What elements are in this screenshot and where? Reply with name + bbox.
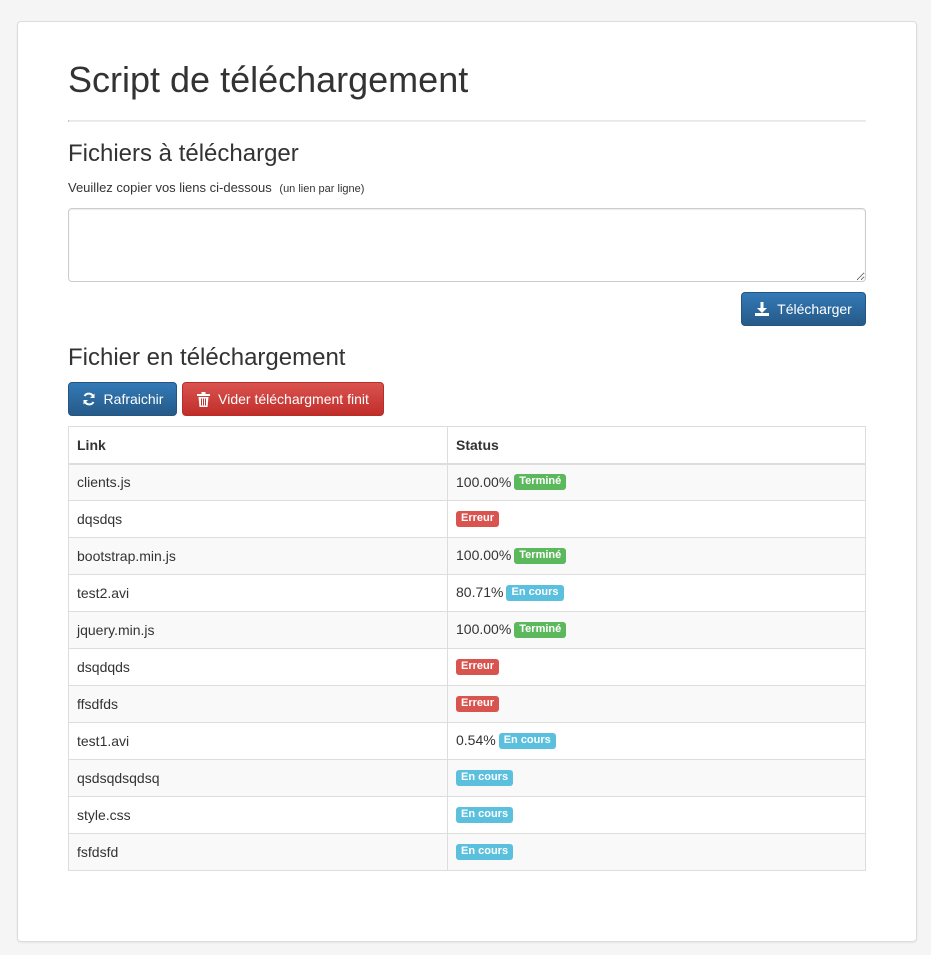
table-row: ffsdfds Erreur (68, 685, 866, 723)
refresh-button[interactable]: Rafraichir (68, 382, 177, 416)
status-cell: 100.00% Terminé (447, 463, 866, 501)
progress-text: 100.00% (456, 621, 512, 638)
table-row: qsdsqdsqdsq En cours (68, 759, 866, 797)
status-badge: En cours (456, 769, 514, 786)
files-heading: Fichiers à télécharger (68, 140, 299, 167)
status-cell: En cours (447, 796, 866, 834)
clear-button-label: Vider téléchargment finit (218, 391, 369, 407)
link-cell: qsdsqdsqdsq (68, 759, 448, 797)
link-cell: dqsdqs (68, 500, 448, 538)
status-badge: En cours (506, 584, 564, 601)
table-row: clients.js 100.00% Terminé (68, 463, 866, 501)
header-link: Link (68, 426, 448, 465)
status-cell: 0.54% En cours (447, 722, 866, 760)
status-badge: Erreur (456, 510, 500, 527)
downloads-table: Link Status clients.js 100.00% Terminé dq… (68, 426, 866, 871)
refresh-button-label: Rafraichir (103, 391, 164, 407)
download-button[interactable]: Télécharger (741, 292, 866, 326)
status-cell: Erreur (447, 500, 866, 538)
refresh-icon (83, 392, 95, 406)
instructions-hint: (un lien par ligne) (279, 183, 365, 195)
current-downloads-heading: Fichier en téléchargement (68, 344, 346, 371)
link-cell: clients.js (68, 463, 448, 501)
title-divider (68, 120, 866, 122)
link-cell: style.css (68, 796, 448, 834)
status-badge: En cours (456, 843, 514, 860)
status-badge: Erreur (456, 658, 500, 675)
status-badge: Terminé (514, 621, 567, 638)
status-cell: 80.71% En cours (447, 574, 866, 612)
link-cell: jquery.min.js (68, 611, 448, 649)
progress-text: 100.00% (456, 473, 512, 490)
table-row: style.css En cours (68, 796, 866, 834)
status-badge: En cours (456, 806, 514, 823)
status-cell: 100.00% Terminé (447, 537, 866, 575)
status-cell: 100.00% Terminé (447, 611, 866, 649)
status-cell: Erreur (447, 685, 866, 723)
clear-finished-button[interactable]: Vider téléchargment finit (182, 382, 384, 416)
main-panel: Script de téléchargement Fichiers à télé… (17, 21, 917, 942)
link-cell: test1.avi (68, 722, 448, 760)
table-row: test2.avi 80.71% En cours (68, 574, 866, 612)
header-status: Status (447, 426, 866, 465)
status-cell: En cours (447, 833, 866, 871)
table-row: dsqdqds Erreur (68, 648, 866, 686)
instructions: Veuillez copier vos liens ci-dessous (un… (68, 180, 364, 195)
page-title: Script de téléchargement (68, 59, 469, 100)
status-cell: Erreur (447, 648, 866, 686)
table-row: test1.avi 0.54% En cours (68, 722, 866, 760)
table-row: dqsdqs Erreur (68, 500, 866, 538)
link-cell: fsfdsfd (68, 833, 448, 871)
download-button-label: Télécharger (777, 301, 852, 317)
table-row: jquery.min.js 100.00% Terminé (68, 611, 866, 649)
status-badge: Terminé (514, 547, 567, 564)
download-icon (755, 302, 770, 316)
progress-text: 0.54% (456, 732, 496, 749)
table-header-row: Link Status (68, 426, 866, 465)
table-row: bootstrap.min.js 100.00% Terminé (68, 537, 866, 575)
status-badge: Erreur (456, 695, 500, 712)
progress-text: 100.00% (456, 547, 512, 564)
instructions-text: Veuillez copier vos liens ci-dessous (68, 180, 272, 195)
link-cell: dsqdqds (68, 648, 448, 686)
table-row: fsfdsfd En cours (68, 833, 866, 871)
progress-text: 80.71% (456, 584, 504, 601)
link-cell: bootstrap.min.js (68, 537, 448, 575)
table-body: clients.js 100.00% Terminé dqsdqs Erreur … (68, 463, 866, 871)
trash-icon (197, 391, 211, 407)
link-cell: ffsdfds (68, 685, 448, 723)
links-textarea[interactable] (68, 208, 866, 282)
link-cell: test2.avi (68, 574, 448, 612)
status-badge: Terminé (514, 473, 567, 490)
status-badge: En cours (498, 732, 556, 749)
status-cell: En cours (447, 759, 866, 797)
